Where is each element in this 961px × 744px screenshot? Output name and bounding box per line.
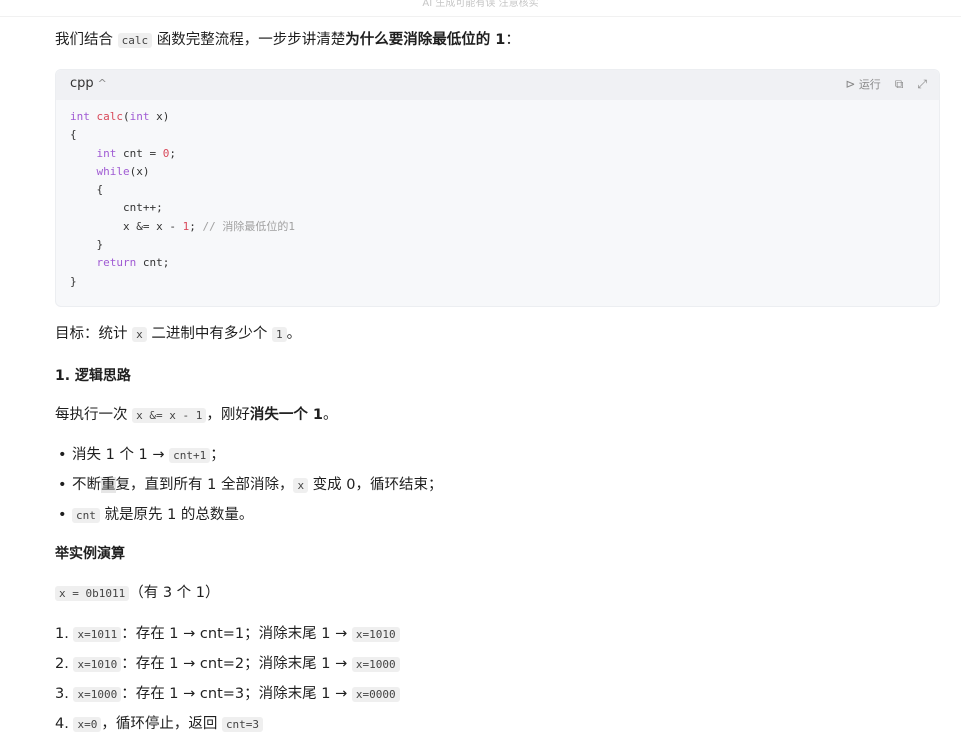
- inline-code: calc: [117, 33, 153, 48]
- list-item: 不断重复，直到所有 1 全部消除，x 变成 0，循环结束；: [55, 475, 443, 505]
- section-heading: 1. 逻辑思路: [55, 368, 131, 384]
- steps-list: 1. x=1011 ：存在 1 → cnt=1；消除末尾 1 → x=1010 2…: [55, 624, 400, 744]
- expand-icon[interactable]: ⤢: [917, 77, 927, 92]
- inline-code: x=1000: [351, 657, 400, 672]
- chevron-up-icon: ^: [97, 77, 107, 90]
- goal-paragraph: 目标：统计 x 二进制中有多少个 1。: [55, 326, 302, 342]
- copy-icon[interactable]: ⧉: [895, 77, 904, 92]
- logic-paragraph: 每执行一次 x &= x - 1 ，刚好消失一个 1。: [55, 407, 338, 423]
- list-item: cnt 就是原先 1 的总数量。: [55, 505, 443, 535]
- code-language-toggle[interactable]: cpp ^: [70, 76, 107, 91]
- example-paragraph: x = 0b1011 （有 3 个 1）: [55, 583, 220, 604]
- inline-code: cnt+1: [169, 448, 211, 463]
- text-highlight: 重: [101, 477, 116, 493]
- inline-code: x=1011: [73, 627, 122, 642]
- bullet-list: 消失 1 个 1 → cnt+1； 不断重复，直到所有 1 全部消除，x 变成 …: [55, 445, 443, 535]
- ai-disclaimer: AI 生成可能有误 注意核实: [422, 0, 539, 9]
- inline-code: cnt: [72, 508, 100, 523]
- inline-code: x: [132, 327, 147, 342]
- list-item: 消失 1 个 1 → cnt+1；: [55, 445, 443, 475]
- inline-code: x=0000: [351, 687, 400, 702]
- inline-code: x &= x - 1: [132, 408, 207, 423]
- inline-code: x=1010: [351, 627, 400, 642]
- inline-code: cnt=3: [221, 717, 264, 732]
- section-heading: 举实例演算: [55, 546, 125, 562]
- top-divider: [0, 16, 961, 17]
- inline-code: x=1010: [73, 657, 122, 672]
- play-circle-icon: ⊳: [845, 77, 856, 91]
- code-block-header: cpp ^ ⊳ 运行 ⧉ ⤢: [56, 70, 939, 100]
- code-content: int calc(int x) { int cnt = 0; while(x) …: [70, 110, 295, 288]
- list-item: 3. x=1000 ：存在 1 → cnt=3；消除末尾 1 → x=0000: [55, 684, 400, 714]
- inline-code: 1: [271, 327, 287, 342]
- code-actions: ⊳ 运行 ⧉ ⤢: [845, 76, 927, 92]
- list-item: 1. x=1011 ：存在 1 → cnt=1；消除末尾 1 → x=1010: [55, 624, 400, 654]
- intro-paragraph: 我们结合 calc 函数完整流程，一步步讲清楚为什么要消除最低位的 1：: [55, 32, 520, 48]
- inline-code: x=0: [73, 717, 102, 732]
- list-item: 4. x=0 ，循环停止，返回 cnt=3: [55, 714, 400, 744]
- inline-code: x=1000: [73, 687, 122, 702]
- list-item: 2. x=1010 ：存在 1 → cnt=2；消除末尾 1 → x=1000: [55, 654, 400, 684]
- code-block: cpp ^ ⊳ 运行 ⧉ ⤢ int calc(int x) { int cnt …: [55, 69, 940, 307]
- run-button[interactable]: ⊳ 运行: [845, 76, 881, 92]
- inline-code: x = 0b1011: [55, 586, 130, 601]
- inline-code: x: [293, 478, 309, 493]
